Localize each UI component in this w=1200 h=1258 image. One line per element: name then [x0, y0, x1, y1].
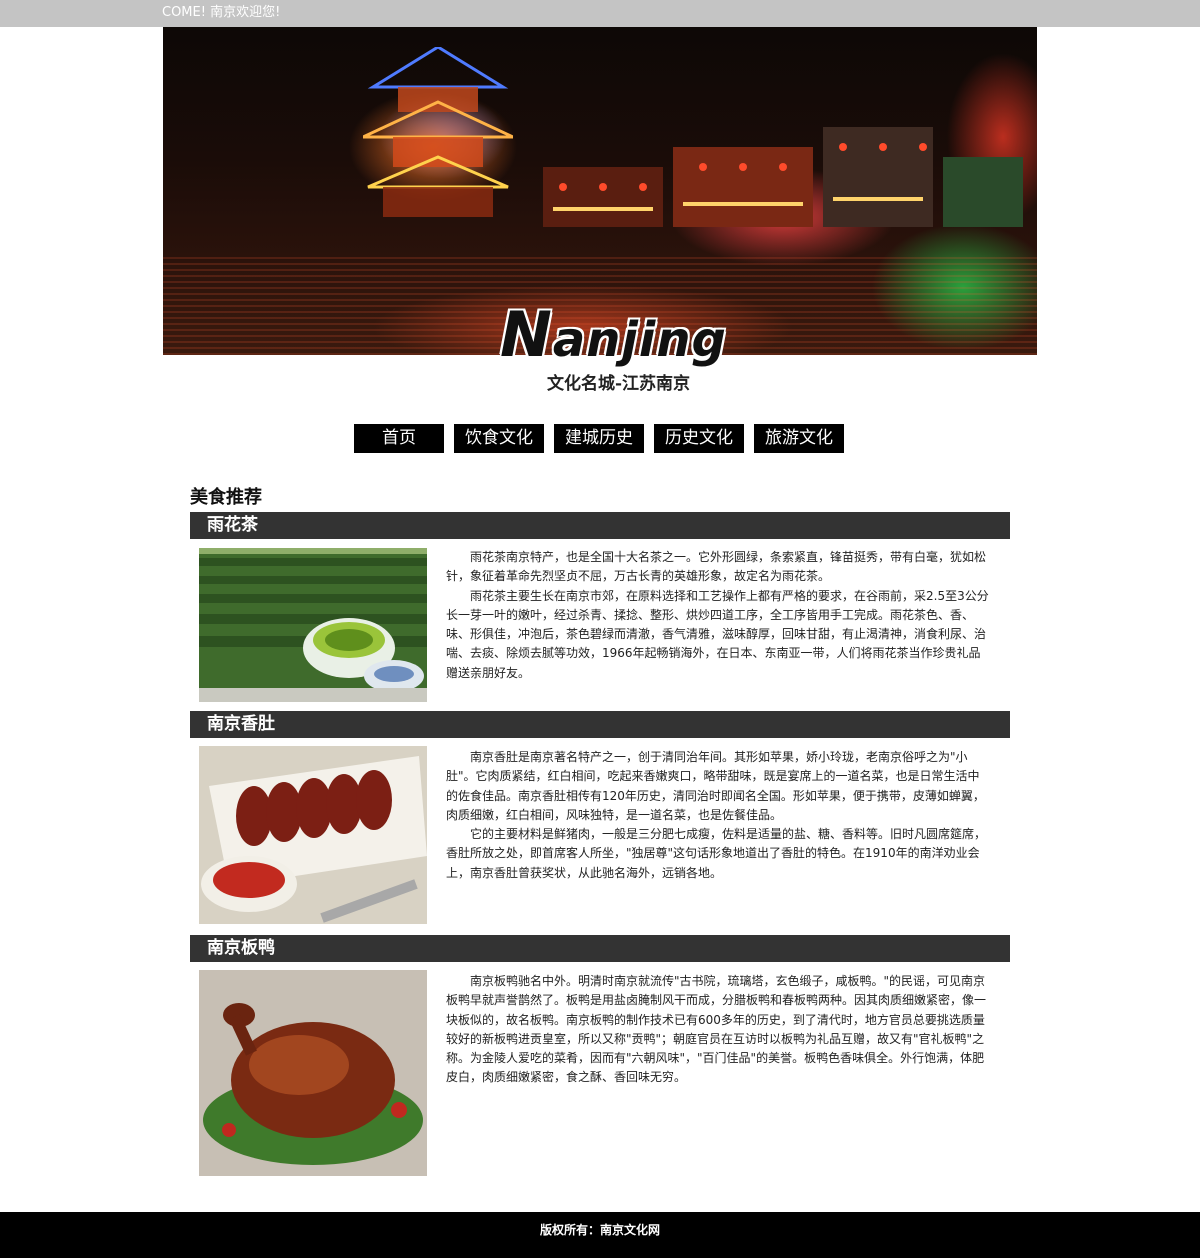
tea-photo	[199, 548, 427, 702]
section-title: 美食推荐	[190, 487, 262, 508]
nanjing-logo: Nanjing 文化名城-江苏南京	[500, 304, 726, 395]
nav-item-travel-culture[interactable]: 旅游文化	[754, 424, 844, 453]
food-paragraph: 雨花茶南京特产，也是全国十大名茶之一。它外形圆绿，条索紧直，锋苗挺秀，带有白毫，…	[446, 550, 987, 584]
nav-item-food-culture[interactable]: 饮食文化	[454, 424, 544, 453]
food-paragraph: 南京香肚是南京著名特产之一，创于清同治年间。其形如苹果，娇小玲珑，老南京俗呼之为…	[446, 750, 985, 822]
food-name: 南京板鸭	[207, 938, 275, 958]
food-name: 南京香肚	[207, 714, 275, 734]
food-paragraph: 南京板鸭驰名中外。明清时南京就流传"古书院，琉璃塔，玄色缎子，咸板鸭。"的民谣，…	[446, 974, 987, 1085]
footer: 版权所有：南京文化网	[0, 1212, 1200, 1258]
food-header: 南京香肚	[190, 711, 1010, 738]
riverside-houses-illustration	[543, 127, 1023, 227]
food-description: 雨花茶南京特产，也是全国十大名茶之一。它外形圆绿，条索紧直，锋苗挺秀，带有白毫，…	[446, 548, 991, 683]
food-paragraph: 雨花茶主要生长在南京市郊，在原料选择和工艺操作上都有严格的要求，在谷雨前，采2.…	[446, 588, 989, 680]
food-paragraph: 它的主要材料是鲜猪肉，一般是三分肥七成瘦，佐料是适量的盐、糖、香料等。旧时凡圆席…	[446, 827, 987, 880]
pagoda-illustration	[363, 47, 513, 217]
welcome-text: COME! 南京欢迎您!	[162, 5, 281, 20]
food-name: 雨花茶	[207, 515, 258, 535]
nav-item-home[interactable]: 首页	[354, 424, 444, 453]
food-header: 雨花茶	[190, 512, 1010, 539]
logo-initial: N	[500, 298, 553, 371]
food-card-yuhua-tea: 雨花茶 雨花茶南京特产，也是全国十大名茶之一。它外形圆绿，条索紧直，锋苗挺秀，带…	[190, 512, 1010, 702]
top-bar: COME! 南京欢迎您!	[0, 0, 1200, 27]
food-description: 南京板鸭驰名中外。明清时南京就流传"古书院，琉璃塔，玄色缎子，咸板鸭。"的民谣，…	[446, 972, 991, 1088]
logo-wordmark: Nanjing	[500, 304, 727, 370]
nav-item-history-culture[interactable]: 历史文化	[654, 424, 744, 453]
copyright-text: 版权所有：南京文化网	[539, 1223, 660, 1237]
nav-item-city-history[interactable]: 建城历史	[554, 424, 644, 453]
banya-photo	[199, 970, 427, 1176]
food-header: 南京板鸭	[190, 935, 1010, 962]
food-card-xiangdu: 南京香肚 南京香肚是南京著名特产之一，创于清同治年间。其形如苹果，娇小玲珑，老南…	[190, 711, 1010, 926]
logo-word-rest: anjing	[552, 312, 727, 368]
food-description: 南京香肚是南京著名特产之一，创于清同治年间。其形如苹果，娇小玲珑，老南京俗呼之为…	[446, 748, 991, 883]
food-card-banya: 南京板鸭 南京板鸭驰名中外。明清时南京就流传"古书院，琉璃塔，玄色缎子，咸板鸭。…	[190, 935, 1010, 1177]
xiangdu-photo	[199, 746, 427, 924]
logo-subtitle: 文化名城-江苏南京	[547, 374, 691, 394]
